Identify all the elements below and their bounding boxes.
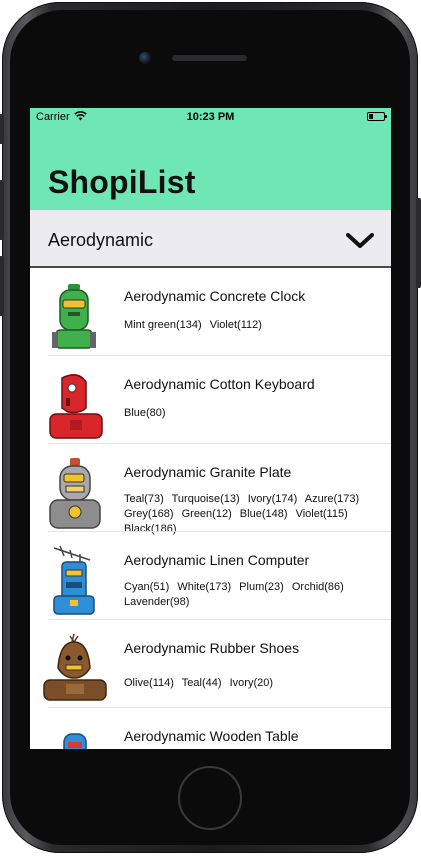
color-chip: White(173): [177, 581, 232, 593]
brown-robot-icon: [43, 633, 107, 701]
list-item[interactable]: Aerodynamic Rubber Shoes Olive(114) Teal…: [30, 620, 391, 708]
app-title: ShopiList: [48, 164, 196, 200]
volume-down-button: [0, 256, 4, 316]
color-chip: Green(12): [181, 508, 232, 520]
red-robot-icon: [49, 374, 103, 439]
product-name: Aerodynamic Concrete Clock: [124, 288, 306, 304]
chevron-down-icon[interactable]: [345, 232, 375, 250]
blue-antenna-robot-icon: [53, 545, 95, 615]
color-chip: Blue(148): [239, 508, 288, 520]
color-chip: Mint green(134): [124, 319, 202, 331]
status-time: 10:23 PM: [186, 111, 235, 123]
category-selected-label: Aerodynamic: [48, 230, 154, 250]
list-item[interactable]: Aerodynamic Linen Computer Cyan(51) Whit…: [30, 532, 391, 620]
color-chip: Azure(173): [304, 493, 360, 505]
color-chip: Grey(168): [124, 508, 174, 520]
app-header: Carrier 10:23 PM ShopiList: [30, 108, 391, 210]
product-name: Aerodynamic Rubber Shoes: [124, 640, 300, 656]
color-chip: Turquoise(13): [171, 493, 240, 505]
product-colors: Olive(114) Teal(44) Ivory(20): [124, 676, 383, 691]
product-colors: Mint green(134) Violet(112): [124, 318, 383, 333]
color-chip: Orchid(86): [291, 581, 344, 593]
mute-switch: [0, 114, 4, 144]
product-name: Aerodynamic Linen Computer: [124, 552, 310, 568]
list-item[interactable]: Aerodynamic Granite Plate Teal(73) Turqu…: [30, 444, 391, 535]
front-camera-icon: [139, 52, 151, 64]
color-chip: Lavender(98): [124, 596, 190, 608]
product-name: Aerodynamic Granite Plate: [124, 464, 292, 480]
color-chip: Violet(112): [209, 319, 262, 331]
blue-robot-icon: [63, 733, 87, 749]
product-colors: Blue(80): [124, 406, 383, 421]
status-bar: Carrier 10:23 PM: [30, 108, 391, 128]
list-item[interactable]: Aerodynamic Cotton Keyboard Blue(80): [30, 356, 391, 444]
category-dropdown[interactable]: Aerodynamic: [30, 210, 391, 268]
earpiece-speaker: [172, 55, 247, 61]
home-button[interactable]: [178, 766, 242, 830]
color-chip: Plum(23): [239, 581, 284, 593]
app-screen: Carrier 10:23 PM ShopiList Aerodynamic A…: [30, 108, 391, 749]
grey-robot-icon: [49, 458, 101, 529]
color-chip: Blue(80): [124, 407, 166, 419]
volume-up-button: [0, 180, 4, 240]
color-chip: Olive(114): [124, 677, 174, 689]
color-chip: Teal(44): [181, 677, 222, 689]
list-item[interactable]: Aerodynamic Concrete Clock Mint green(13…: [30, 268, 391, 356]
list-item[interactable]: Aerodynamic Wooden Table: [30, 708, 391, 749]
color-chip: Cyan(51): [124, 581, 170, 593]
power-button: [416, 198, 421, 288]
battery-icon: [367, 112, 387, 121]
product-name: Aerodynamic Cotton Keyboard: [124, 376, 315, 392]
color-chip: Ivory(20): [229, 677, 274, 689]
product-colors: Cyan(51) White(173) Plum(23) Orchid(86) …: [124, 580, 383, 610]
green-robot-icon: [52, 284, 96, 349]
color-chip: Violet(115): [295, 508, 348, 520]
product-name: Aerodynamic Wooden Table: [124, 728, 299, 744]
color-chip: Teal(73): [124, 493, 164, 505]
color-chip: Ivory(174): [247, 493, 298, 505]
